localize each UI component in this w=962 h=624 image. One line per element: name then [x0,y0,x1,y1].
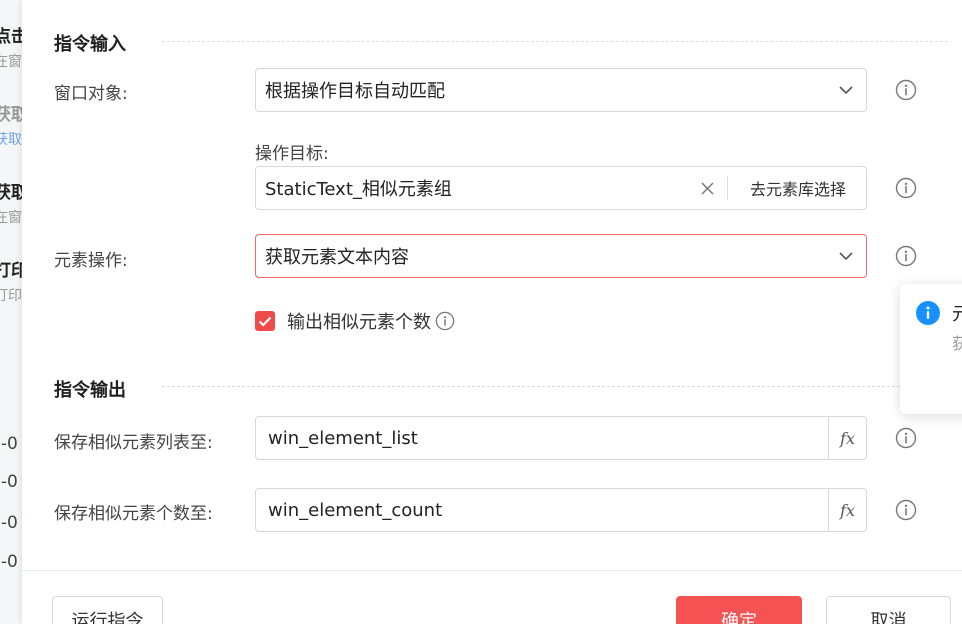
list-item-sub: 在窗 [0,54,22,70]
chevron-down-icon[interactable] [826,69,866,111]
list-item-sub: 在窗 [0,210,22,226]
fx-icon[interactable]: fx [828,417,866,459]
table-row[interactable]: 6-0 [0,552,22,572]
output-count-checkbox-row[interactable]: 输出相似元素个数 [255,308,455,334]
info-icon[interactable] [895,79,917,101]
output-count-checkbox[interactable] [255,311,275,331]
list-item[interactable]: 点击 在窗 [0,22,22,71]
list-item[interactable]: 获取 在窗 [0,178,22,227]
list-item-sub: 打印 [0,288,22,304]
window-object-value: 根据操作目标自动匹配 [265,81,445,102]
footer-divider [22,570,962,571]
section-title-output: 指令输出 [54,380,126,401]
section-divider [162,386,900,387]
window-object-select[interactable]: 根据操作目标自动匹配 [255,68,867,112]
info-icon[interactable] [435,311,455,331]
info-filled-icon [916,301,940,325]
element-operation-label: 元素操作: [54,251,128,271]
save-count-value: win_element_count [268,499,443,521]
fx-icon[interactable]: fx [828,489,866,531]
chevron-down-icon[interactable] [826,235,866,277]
save-list-input[interactable]: win_element_list fx [255,416,867,460]
run-command-button[interactable]: 运行指令 [52,596,163,624]
table-row[interactable]: 6-0 [0,513,22,533]
operation-target-value: StaticText_相似元素组 [265,179,452,200]
list-item-title: 打印 [0,261,22,281]
window-object-label: 窗口对象: [54,84,128,104]
list-item-title: 获取 [0,105,22,125]
confirm-button[interactable]: 确定 [676,596,802,624]
tooltip-title: 元 [952,304,962,325]
info-icon[interactable] [895,427,917,449]
list-item[interactable]: 打印 打印 [0,256,22,305]
save-count-label: 保存相似元素个数至: [54,504,213,524]
list-item-sub: 获取 [0,132,22,148]
table-row[interactable]: 6-0 [0,434,22,454]
save-list-value: win_element_list [268,427,418,449]
clear-icon[interactable] [689,167,727,209]
list-item-title: 点击 [0,27,22,47]
info-icon[interactable] [895,499,917,521]
cancel-button[interactable]: 取消 [826,596,951,624]
info-icon[interactable] [895,245,917,267]
tooltip-text: 获 [952,334,962,353]
info-icon[interactable] [895,177,917,199]
save-count-input[interactable]: win_element_count fx [255,488,867,532]
select-from-library-button[interactable]: 去元素库选择 [728,167,866,209]
save-list-label: 保存相似元素列表至: [54,433,213,453]
list-item-title: 获取 [0,183,22,203]
section-divider [162,41,948,42]
operation-target-field[interactable]: StaticText_相似元素组 去元素库选择 [255,166,867,210]
list-item[interactable]: 获取 获取 [0,100,22,149]
element-operation-select[interactable]: 获取元素文本内容 [255,234,867,278]
element-operation-value: 获取元素文本内容 [265,247,409,268]
command-settings-panel: 指令输入 窗口对象: 根据操作目标自动匹配 操作目标: StaticText_相… [22,0,962,624]
info-tooltip: 元 获 [900,284,962,414]
table-row[interactable]: 6-0 [0,472,22,492]
background-command-list: 点击 在窗 获取 获取 获取 在窗 打印 打印 6-0 6-0 6-0 6-0 [0,0,22,624]
output-count-label: 输出相似元素个数 [287,312,431,333]
section-title-input: 指令输入 [54,34,126,55]
operation-target-label: 操作目标: [255,144,329,164]
